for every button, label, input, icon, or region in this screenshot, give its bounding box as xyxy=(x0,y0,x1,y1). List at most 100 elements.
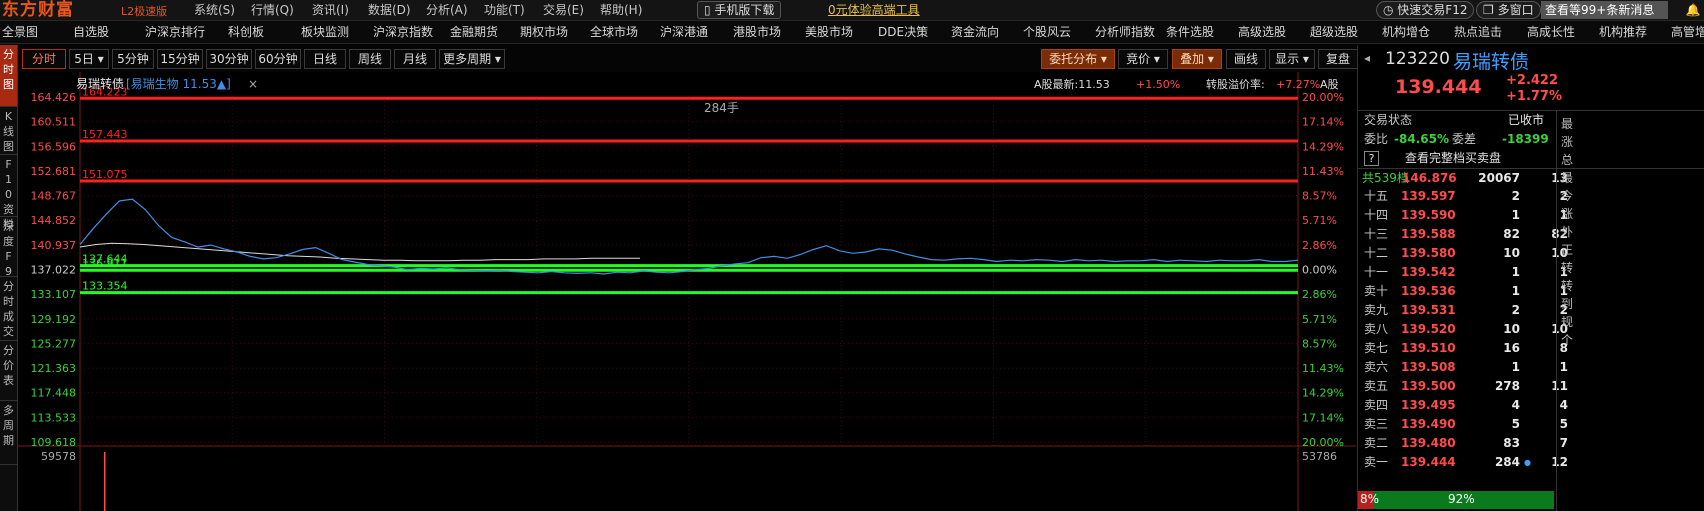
promo-link[interactable]: 0元体验高端工具 xyxy=(828,0,920,21)
nav-analyst[interactable]: 分析师指数 xyxy=(1095,21,1155,44)
tab-price-table[interactable]: 分价表 xyxy=(0,341,17,401)
mobile-download-button[interactable]: ▯ 手机版下载 xyxy=(697,1,782,19)
menu-trade[interactable]: 交易(E) xyxy=(543,0,584,21)
bell-icon[interactable]: 🔔 xyxy=(1684,2,1702,19)
ask-level-label: 卖四 xyxy=(1364,398,1389,412)
ask-level-volume: 1 xyxy=(1511,360,1520,374)
overlay-button[interactable]: 叠加 ▾ xyxy=(1172,49,1222,69)
price-change: +2.422 xyxy=(1506,73,1559,88)
menu-analysis[interactable]: 分析(A) xyxy=(426,0,468,21)
ask-level-volume: 5 xyxy=(1511,417,1520,431)
full-depth-link[interactable]: 查看完整档买卖盘 xyxy=(1405,149,1501,168)
ask-level-price: 139.580 xyxy=(1401,246,1456,260)
tab-kline[interactable]: K线图 xyxy=(0,107,17,155)
nav-star-market[interactable]: 科创板 xyxy=(228,21,264,44)
ask-level-label: 十三 xyxy=(1364,227,1389,241)
tab-depth[interactable]: 深度F9 xyxy=(0,217,17,278)
quick-trade-button[interactable]: ◷ 快速交易F12 xyxy=(1376,1,1475,19)
total-levels-volume: 20067 xyxy=(1478,171,1520,185)
y-tick-left: 144.852 xyxy=(31,214,77,227)
mobile-download-label: 手机版下载 xyxy=(714,3,775,17)
tab-intraday[interactable]: 分时图 xyxy=(0,45,17,107)
nav-ranking[interactable]: 沪深京排行 xyxy=(145,21,205,44)
tab-ticks[interactable]: 分时成交 xyxy=(0,277,17,341)
close-overlay-icon: × xyxy=(248,77,258,91)
tab-f10[interactable]: F10资料 xyxy=(0,155,17,231)
nav-inst-recommend[interactable]: 机构推荐 xyxy=(1599,21,1647,44)
news-notification[interactable]: 查看等99+条新消息 xyxy=(1541,1,1668,19)
nav-sector-monitor[interactable]: 板块监测 xyxy=(301,21,349,44)
period-weekly[interactable]: 周线 xyxy=(349,49,391,69)
draw-line-button[interactable]: 画线 xyxy=(1226,49,1266,69)
display-button[interactable]: 显示 ▾ xyxy=(1269,49,1315,69)
auction-button[interactable]: 竞价 ▾ xyxy=(1118,49,1168,69)
menu-system[interactable]: 系统(S) xyxy=(194,0,235,21)
nav-us[interactable]: 美股市场 xyxy=(805,21,853,44)
period-intraday[interactable]: 分时 xyxy=(22,49,66,69)
period-30min[interactable]: 30分钟 xyxy=(206,49,252,69)
nav-hk[interactable]: 港股市场 xyxy=(733,21,781,44)
nav-global[interactable]: 全球市场 xyxy=(590,21,638,44)
period-daily[interactable]: 日线 xyxy=(304,49,346,69)
multi-window-button[interactable]: ❐ 多窗口 xyxy=(1476,1,1541,19)
nav-index[interactable]: 沪深京指数 xyxy=(373,21,433,44)
dropdown-arrow-icon: ▾ xyxy=(97,52,104,66)
nav-watchlist[interactable]: 自选股 xyxy=(73,21,109,44)
menu-help[interactable]: 帮助(H) xyxy=(600,0,642,21)
menu-data[interactable]: 数据(D) xyxy=(368,0,411,21)
side-strip-char: 正 xyxy=(1561,243,1574,257)
volume-tick-right: 53786 xyxy=(1302,450,1337,463)
y-tick-right: 5.71% xyxy=(1302,313,1337,326)
nav-fund-flow[interactable]: 资金流向 xyxy=(951,21,999,44)
nav-super-select[interactable]: 超级选股 xyxy=(1310,21,1358,44)
ask-level-volume: 278 xyxy=(1494,379,1520,393)
side-strip-char: 转 xyxy=(1561,279,1574,293)
y-tick-right: 0.00% xyxy=(1302,264,1337,277)
nav-exec-increase[interactable]: 高管增 xyxy=(1671,21,1704,44)
buy-ratio-label: 8% xyxy=(1360,492,1380,506)
nav-dde[interactable]: DDE决策 xyxy=(878,21,928,44)
period-more-label: 更多周期 xyxy=(443,52,492,66)
price-change-pct: +1.77% xyxy=(1506,89,1562,104)
premium-label: 转股溢价率: xyxy=(1206,77,1265,91)
period-15min[interactable]: 15分钟 xyxy=(157,49,203,69)
nav-stock-wind[interactable]: 个股风云 xyxy=(1023,21,1071,44)
nav-options[interactable]: 期权市场 xyxy=(520,21,568,44)
menu-news[interactable]: 资讯(I) xyxy=(312,0,349,21)
nav-condition-select[interactable]: 条件选股 xyxy=(1166,21,1214,44)
period-monthly[interactable]: 月线 xyxy=(394,49,436,69)
nav-high-growth[interactable]: 高成长性 xyxy=(1527,21,1575,44)
replay-button[interactable]: 复盘 xyxy=(1318,49,1358,69)
left-tab-strip: 分时图 K线图 F10资料 深度F9 分时成交 分价表 多周期 xyxy=(0,45,18,511)
page-prev-icon[interactable]: ◂ xyxy=(1364,51,1370,65)
period-5min[interactable]: 5分钟 xyxy=(112,49,154,69)
volume-bar xyxy=(104,452,106,511)
tab-kline-label: K线图 xyxy=(3,110,14,153)
ask-level-price: 139.495 xyxy=(1401,398,1456,412)
period-60min[interactable]: 60分钟 xyxy=(255,49,301,69)
y-tick-right: 14.29% xyxy=(1302,387,1344,400)
nav-panorama[interactable]: 全景图 xyxy=(2,21,38,44)
y-tick-left: 164.426 xyxy=(31,91,77,104)
period-5day[interactable]: 5日 ▾ xyxy=(69,49,109,69)
menu-functions[interactable]: 功能(T) xyxy=(484,0,525,21)
side-strip-char: 到 xyxy=(1561,297,1574,311)
period-more[interactable]: 更多周期 ▾ xyxy=(439,49,505,69)
ask-level-volume: 10 xyxy=(1503,322,1520,336)
nav-hotspot[interactable]: 热点追击 xyxy=(1454,21,1502,44)
nav-inst-increase[interactable]: 机构增仓 xyxy=(1382,21,1430,44)
ask-level-label: 卖三 xyxy=(1364,417,1389,431)
menu-quotes[interactable]: 行情(Q) xyxy=(251,0,294,21)
intraday-chart[interactable]: 164.426 20.00% 160.511 17.14% 156.596 14.29% 1… xyxy=(18,72,1356,511)
ask-level-price: 139.480 xyxy=(1401,436,1456,450)
ask-level-price: 139.508 xyxy=(1401,360,1456,374)
ask-level-label: 卖五 xyxy=(1364,379,1389,393)
nav-futures[interactable]: 金融期货 xyxy=(450,21,498,44)
tab-multi-period[interactable]: 多周期 xyxy=(0,401,17,465)
order-distribution-button[interactable]: 委托分布 ▾ xyxy=(1041,49,1115,69)
help-icon[interactable]: ? xyxy=(1364,151,1379,166)
nav-connect[interactable]: 沪深港通 xyxy=(660,21,708,44)
chart-security-name: 易瑞转债 xyxy=(76,76,124,91)
y-tick-right: 20.00% xyxy=(1302,436,1344,449)
nav-advanced-select[interactable]: 高级选股 xyxy=(1238,21,1286,44)
